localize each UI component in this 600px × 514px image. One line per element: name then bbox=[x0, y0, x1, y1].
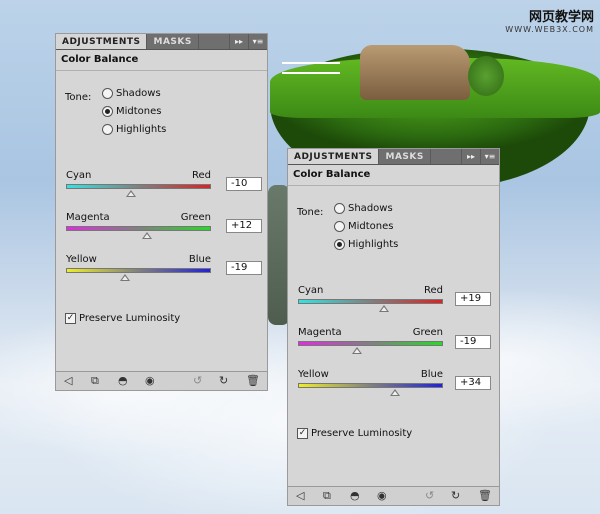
panel-footer: ◁ ⧉ ◓ ◉ ↺ ↻ 🗑 bbox=[56, 371, 267, 390]
checkbox-label: Preserve Luminosity bbox=[79, 313, 181, 324]
panel-tabs: ADJUSTMENTS MASKS ▸▸ ▾≡ bbox=[56, 34, 267, 50]
back-icon[interactable]: ◁ bbox=[64, 375, 72, 387]
slider-left-label: Yellow bbox=[66, 254, 97, 265]
slider-left-label: Yellow bbox=[298, 369, 329, 380]
slider-track[interactable] bbox=[298, 383, 443, 396]
magenta-green-value[interactable]: +12 bbox=[226, 219, 262, 233]
slider-right-label: Blue bbox=[420, 369, 443, 380]
panel-footer: ◁ ⧉ ◓ ◉ ↺ ↻ 🗑 bbox=[288, 486, 499, 505]
radio-label: Shadows bbox=[116, 88, 161, 99]
island-tree bbox=[468, 56, 504, 96]
expand-icon[interactable]: ▸▸ bbox=[229, 34, 248, 49]
panel-title: Color Balance bbox=[288, 165, 499, 186]
island-fence bbox=[282, 62, 340, 74]
tone-label: Tone: bbox=[65, 92, 92, 103]
panel-title: Color Balance bbox=[56, 50, 267, 71]
magenta-green-slider[interactable]: Magenta Green bbox=[298, 327, 443, 354]
adjustments-panel-highlights: ADJUSTMENTS MASKS ▸▸ ▾≡ Color Balance To… bbox=[287, 148, 500, 506]
site-watermark: 网页教学网 WWW.WEB3X.COM bbox=[505, 6, 594, 34]
radio-shadows[interactable]: Shadows bbox=[102, 88, 161, 99]
tab-masks[interactable]: MASKS bbox=[379, 149, 431, 164]
cyan-red-value[interactable]: -10 bbox=[226, 177, 262, 191]
tab-adjustments[interactable]: ADJUSTMENTS bbox=[288, 149, 380, 164]
watermark-url: WWW.WEB3X.COM bbox=[505, 25, 594, 34]
radio-circle[interactable] bbox=[102, 106, 113, 117]
clip-icon[interactable]: ⧉ bbox=[323, 490, 331, 502]
magenta-green-slider[interactable]: Magenta Green bbox=[66, 212, 211, 239]
reset-icon[interactable]: ↻ bbox=[451, 490, 460, 502]
eye-icon[interactable]: ◉ bbox=[145, 375, 155, 387]
radio-midtones[interactable]: Midtones bbox=[334, 221, 394, 232]
radio-label: Midtones bbox=[348, 221, 394, 232]
checkbox[interactable]: ✓ bbox=[297, 428, 308, 439]
slider-thumb-icon[interactable] bbox=[379, 305, 390, 312]
slider-thumb-icon[interactable] bbox=[351, 347, 362, 354]
radio-highlights[interactable]: Highlights bbox=[334, 239, 398, 250]
checkbox[interactable]: ✓ bbox=[65, 313, 76, 324]
yellow-blue-value[interactable]: +34 bbox=[455, 376, 491, 390]
radio-circle[interactable] bbox=[334, 221, 345, 232]
slider-track[interactable] bbox=[66, 226, 211, 239]
preserve-luminosity[interactable]: ✓ Preserve Luminosity bbox=[297, 428, 412, 439]
panel-tabs: ADJUSTMENTS MASKS ▸▸ ▾≡ bbox=[288, 149, 499, 165]
slider-track[interactable] bbox=[66, 268, 211, 281]
trash-icon[interactable]: 🗑 bbox=[478, 490, 492, 502]
yellow-blue-slider[interactable]: Yellow Blue bbox=[298, 369, 443, 396]
rock-house bbox=[360, 45, 470, 100]
cyan-red-value[interactable]: +19 bbox=[455, 292, 491, 306]
radio-circle[interactable] bbox=[334, 239, 345, 250]
yellow-blue-value[interactable]: -19 bbox=[226, 261, 262, 275]
adjustments-panel-midtones: ADJUSTMENTS MASKS ▸▸ ▾≡ Color Balance To… bbox=[55, 33, 268, 391]
radio-label: Highlights bbox=[116, 124, 167, 135]
tab-masks[interactable]: MASKS bbox=[147, 34, 199, 49]
slider-thumb-icon[interactable] bbox=[389, 389, 400, 396]
slider-track[interactable] bbox=[298, 341, 443, 354]
slider-thumb-icon[interactable] bbox=[126, 190, 137, 197]
expand-icon[interactable]: ▸▸ bbox=[461, 149, 480, 164]
visibility-mask-icon[interactable]: ◓ bbox=[118, 375, 128, 387]
radio-circle[interactable] bbox=[102, 124, 113, 135]
slider-right-label: Green bbox=[180, 212, 211, 223]
slider-right-label: Red bbox=[424, 285, 443, 296]
slider-track[interactable] bbox=[66, 184, 211, 197]
slider-left-label: Cyan bbox=[66, 170, 92, 181]
radio-circle[interactable] bbox=[334, 203, 345, 214]
checkbox-label: Preserve Luminosity bbox=[311, 428, 413, 439]
reset-previous-icon[interactable]: ↺ bbox=[193, 375, 202, 387]
slider-left-label: Magenta bbox=[298, 327, 342, 338]
radio-circle[interactable] bbox=[102, 88, 113, 99]
visibility-mask-icon[interactable]: ◓ bbox=[350, 490, 360, 502]
radio-shadows[interactable]: Shadows bbox=[334, 203, 393, 214]
radio-midtones[interactable]: Midtones bbox=[102, 106, 162, 117]
reset-previous-icon[interactable]: ↺ bbox=[425, 490, 434, 502]
reset-icon[interactable]: ↻ bbox=[219, 375, 228, 387]
cyan-red-slider[interactable]: Cyan Red bbox=[66, 170, 211, 197]
radio-highlights[interactable]: Highlights bbox=[102, 124, 166, 135]
back-icon[interactable]: ◁ bbox=[296, 490, 304, 502]
slider-left-label: Cyan bbox=[298, 285, 324, 296]
radio-label: Midtones bbox=[116, 106, 162, 117]
radio-label: Highlights bbox=[348, 239, 399, 250]
radio-label: Shadows bbox=[348, 203, 393, 214]
panel-menu-icon[interactable]: ▾≡ bbox=[248, 34, 267, 49]
tone-label: Tone: bbox=[297, 207, 324, 218]
cyan-red-slider[interactable]: Cyan Red bbox=[298, 285, 443, 312]
tab-adjustments[interactable]: ADJUSTMENTS bbox=[56, 34, 148, 49]
clip-icon[interactable]: ⧉ bbox=[91, 375, 99, 387]
yellow-blue-slider[interactable]: Yellow Blue bbox=[66, 254, 211, 281]
watermark-title: 网页教学网 bbox=[528, 10, 594, 25]
panel-menu-icon[interactable]: ▾≡ bbox=[480, 149, 499, 164]
slider-thumb-icon[interactable] bbox=[119, 274, 130, 281]
slider-thumb-icon[interactable] bbox=[142, 232, 153, 239]
slider-right-label: Blue bbox=[188, 254, 211, 265]
slider-track[interactable] bbox=[298, 299, 443, 312]
slider-right-label: Green bbox=[412, 327, 443, 338]
trash-icon[interactable]: 🗑 bbox=[246, 375, 260, 387]
eye-icon[interactable]: ◉ bbox=[377, 490, 387, 502]
magenta-green-value[interactable]: -19 bbox=[455, 335, 491, 349]
preserve-luminosity[interactable]: ✓ Preserve Luminosity bbox=[65, 313, 180, 324]
slider-left-label: Magenta bbox=[66, 212, 110, 223]
slider-right-label: Red bbox=[192, 170, 211, 181]
